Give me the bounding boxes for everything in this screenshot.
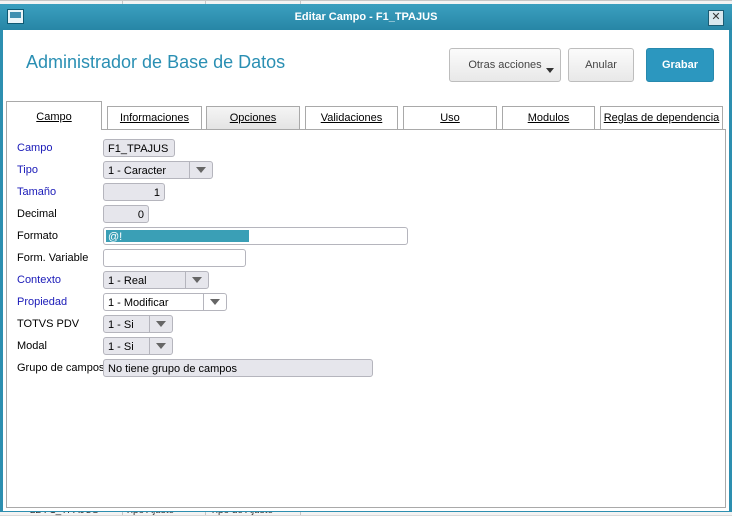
contexto-label: Contexto — [17, 274, 62, 286]
tipo-value: 1 - Caracter — [108, 165, 167, 177]
chevron-down-icon[interactable] — [149, 338, 172, 354]
totvs-pdv-value: 1 - Si — [108, 319, 134, 331]
tipo-select[interactable]: 1 - Caracter — [103, 161, 213, 179]
formato-label: Formato — [17, 230, 58, 242]
propiedad-value: 1 - Modificar — [108, 297, 169, 309]
formato-value: @! — [108, 231, 123, 243]
campo-field: F1_TPAJUS — [103, 139, 175, 157]
form-variable-field[interactable] — [103, 249, 246, 267]
tab-reglas-de-dependencia[interactable]: Reglas de dependencia — [600, 106, 723, 131]
cancel-button[interactable]: Anular — [568, 48, 634, 82]
chevron-down-icon[interactable] — [149, 316, 172, 332]
totvs-pdv-select[interactable]: 1 - Si — [103, 315, 173, 333]
chevron-down-icon[interactable] — [189, 162, 212, 178]
close-icon[interactable]: ✕ — [708, 10, 724, 26]
tab-opciones[interactable]: Opciones — [206, 106, 300, 131]
tamano-label: Tamaño — [17, 186, 57, 198]
form-variable-label: Form. Variable — [17, 252, 89, 264]
propiedad-select[interactable]: 1 - Modificar — [103, 293, 227, 311]
page-title: Administrador de Base de Datos — [26, 52, 286, 72]
window-title: Editar Campo - F1_TPAJUS — [294, 11, 438, 23]
tipo-label: Tipo — [17, 164, 38, 176]
chevron-down-icon[interactable] — [203, 294, 226, 310]
contexto-value: 1 - Real — [108, 275, 147, 287]
edit-field-dialog: Editar Campo - F1_TPAJUS ✕ Administrador… — [0, 4, 732, 512]
modal-value: 1 - Si — [108, 341, 134, 353]
tamano-field[interactable]: 1 — [103, 183, 165, 201]
title-bar[interactable]: Editar Campo - F1_TPAJUS ✕ — [0, 4, 732, 30]
other-actions-label: Otras acciones — [468, 59, 542, 71]
modal-label: Modal — [17, 340, 47, 352]
chevron-down-icon[interactable] — [185, 272, 208, 288]
formato-field[interactable]: @! — [103, 227, 408, 245]
tab-bar: Campo Informaciones Opciones Validacione… — [3, 101, 729, 131]
modal-select[interactable]: 1 - Si — [103, 337, 173, 355]
grupo-campos-label: Grupo de campos — [17, 362, 105, 374]
decimal-field[interactable]: 0 — [103, 205, 149, 223]
tab-uso[interactable]: Uso — [403, 106, 497, 131]
campo-tab-panel: Campo F1_TPAJUS Tipo 1 - Caracter Tamaño… — [6, 129, 726, 508]
chevron-down-icon — [546, 68, 554, 73]
contexto-select[interactable]: 1 - Real — [103, 271, 209, 289]
grupo-campos-field: No tiene grupo de campos — [103, 359, 373, 377]
dialog-content: Administrador de Base de Datos Otras acc… — [3, 30, 729, 511]
tab-validaciones[interactable]: Validaciones — [305, 106, 398, 131]
other-actions-button[interactable]: Otras acciones — [449, 48, 561, 82]
propiedad-label: Propiedad — [17, 296, 68, 308]
decimal-label: Decimal — [17, 208, 57, 220]
grid-line — [0, 0, 732, 1]
save-button[interactable]: Grabar — [646, 48, 714, 82]
tab-modulos[interactable]: Modulos — [502, 106, 595, 131]
tab-informaciones[interactable]: Informaciones — [107, 106, 202, 131]
totvs-pdv-label: TOTVS PDV — [17, 318, 80, 330]
tab-campo[interactable]: Campo — [6, 101, 102, 130]
text-selection — [106, 230, 249, 242]
campo-label: Campo — [17, 142, 53, 154]
